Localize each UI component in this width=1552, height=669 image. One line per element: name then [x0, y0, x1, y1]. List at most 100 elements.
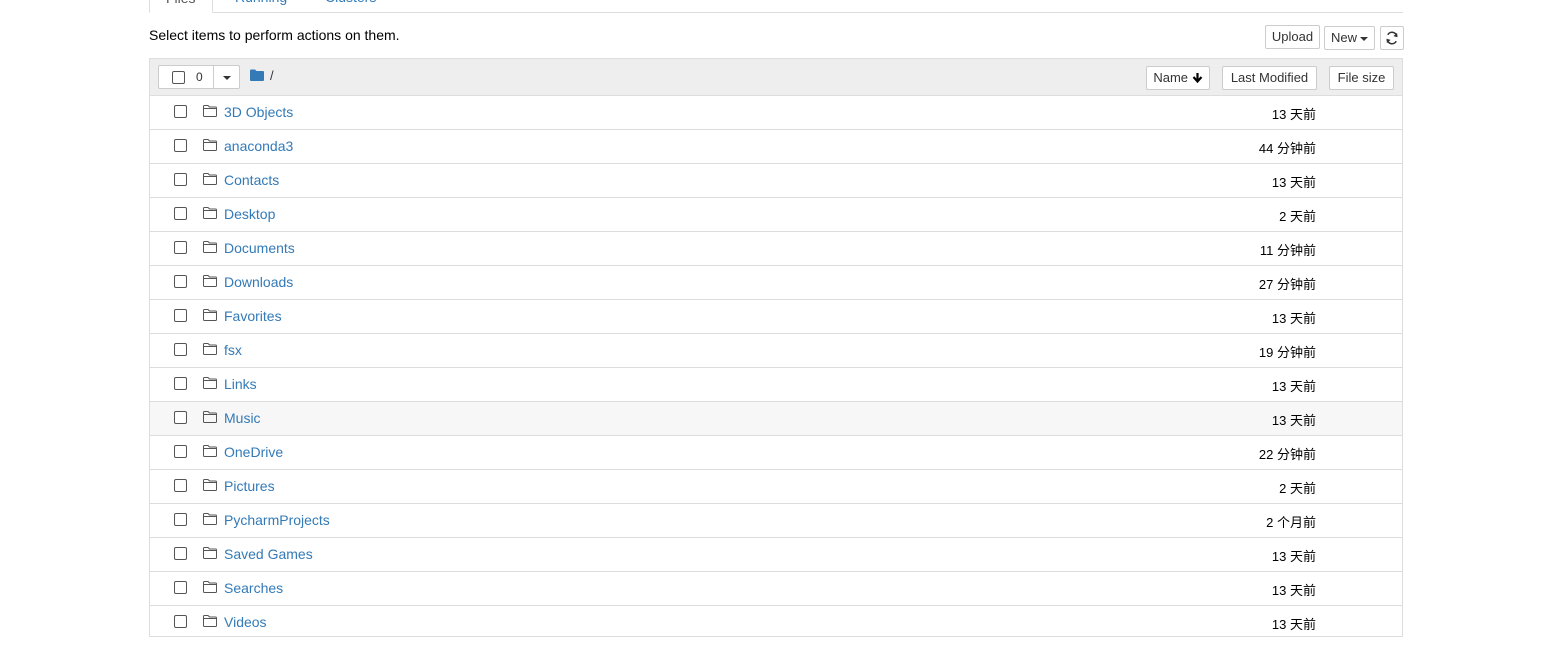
- item-name-link[interactable]: Links: [224, 376, 257, 392]
- item-checkbox[interactable]: [174, 275, 187, 288]
- item-last-modified: 11 分钟前: [1259, 243, 1316, 258]
- caret-down-icon: [222, 76, 231, 81]
- list-item[interactable]: Saved Games 13 天前: [150, 538, 1402, 572]
- item-name-link[interactable]: Desktop: [224, 206, 275, 222]
- list-item[interactable]: Desktop 2 天前: [150, 198, 1402, 232]
- item-name-link[interactable]: Downloads: [224, 274, 293, 290]
- item-checkbox[interactable]: [174, 411, 187, 424]
- file-list: 0 / Name Last Modified File size 3D Obje…: [149, 58, 1403, 637]
- item-checkbox[interactable]: [174, 615, 187, 628]
- folder-icon: [203, 207, 217, 219]
- item-name-link[interactable]: Favorites: [224, 308, 282, 324]
- item-name-link[interactable]: Saved Games: [224, 546, 313, 562]
- item-checkbox[interactable]: [174, 581, 187, 594]
- item-checkbox[interactable]: [174, 445, 187, 458]
- item-last-modified: 2 天前: [1279, 209, 1316, 224]
- selected-count: 0: [196, 70, 203, 84]
- new-button[interactable]: New: [1324, 26, 1375, 50]
- list-item[interactable]: anaconda3 44 分钟前: [150, 130, 1402, 164]
- item-last-modified: 22 分钟前: [1258, 447, 1316, 462]
- item-last-modified: 44 分钟前: [1258, 141, 1316, 156]
- upload-button[interactable]: Upload: [1265, 25, 1320, 49]
- item-last-modified: 2 个月前: [1266, 515, 1316, 530]
- item-name-link[interactable]: fsx: [224, 342, 242, 358]
- arrow-down-icon: [1192, 73, 1202, 84]
- new-button-label: New: [1330, 30, 1357, 45]
- item-name-link[interactable]: Searches: [224, 580, 283, 596]
- list-item[interactable]: Contacts 13 天前: [150, 164, 1402, 198]
- item-last-modified: 13 天前: [1271, 107, 1316, 122]
- folder-icon: [203, 479, 217, 491]
- refresh-button[interactable]: [1380, 26, 1404, 50]
- select-all-checkbox[interactable]: [172, 71, 185, 84]
- tab-bar: Files Running Clusters: [149, 0, 1403, 13]
- sort-by-size-button[interactable]: File size: [1329, 66, 1394, 90]
- item-name-link[interactable]: 3D Objects: [224, 104, 293, 120]
- item-name-link[interactable]: Contacts: [224, 172, 279, 188]
- item-name-link[interactable]: Documents: [224, 240, 295, 256]
- list-item[interactable]: Links 13 天前: [150, 368, 1402, 402]
- item-last-modified: 13 天前: [1271, 379, 1316, 394]
- tab-running[interactable]: Running: [219, 0, 303, 12]
- item-last-modified: 13 天前: [1271, 175, 1316, 190]
- item-checkbox[interactable]: [174, 547, 187, 560]
- folder-icon: [203, 343, 217, 355]
- list-item[interactable]: Videos 13 天前: [150, 606, 1402, 640]
- tab-files[interactable]: Files: [149, 0, 213, 13]
- item-last-modified: 27 分钟前: [1258, 277, 1316, 292]
- item-checkbox[interactable]: [174, 241, 187, 254]
- select-dropdown-button[interactable]: [213, 65, 240, 89]
- select-all-group: 0: [158, 65, 240, 89]
- select-all-button[interactable]: 0: [158, 65, 214, 89]
- list-item[interactable]: Searches 13 天前: [150, 572, 1402, 606]
- item-name-link[interactable]: OneDrive: [224, 444, 283, 460]
- sort-by-name-button[interactable]: Name: [1146, 66, 1210, 90]
- list-item[interactable]: Music 13 天前: [150, 402, 1402, 436]
- folder-icon: [203, 581, 217, 593]
- folder-icon: [203, 615, 217, 627]
- item-name-link[interactable]: Pictures: [224, 478, 275, 494]
- folder-icon: [203, 513, 217, 525]
- instructions-text: Select items to perform actions on them.: [149, 27, 400, 43]
- folder-icon: [203, 241, 217, 253]
- item-checkbox[interactable]: [174, 479, 187, 492]
- item-checkbox[interactable]: [174, 309, 187, 322]
- refresh-icon: [1386, 31, 1398, 45]
- folder-icon: [203, 173, 217, 185]
- list-item[interactable]: Pictures 2 天前: [150, 470, 1402, 504]
- breadcrumb-path[interactable]: /: [270, 68, 274, 83]
- item-last-modified: 2 天前: [1279, 481, 1316, 496]
- item-checkbox[interactable]: [174, 377, 187, 390]
- item-checkbox[interactable]: [174, 139, 187, 152]
- item-checkbox[interactable]: [174, 207, 187, 220]
- list-header: 0 / Name Last Modified File size: [150, 59, 1402, 96]
- item-last-modified: 13 天前: [1271, 617, 1316, 632]
- item-last-modified: 13 天前: [1271, 413, 1316, 428]
- item-name-link[interactable]: anaconda3: [224, 138, 293, 154]
- sort-name-label: Name: [1153, 70, 1189, 85]
- list-item[interactable]: OneDrive 22 分钟前: [150, 436, 1402, 470]
- item-name-link[interactable]: Videos: [224, 614, 267, 630]
- sort-by-modified-button[interactable]: Last Modified: [1222, 66, 1317, 90]
- list-item[interactable]: PycharmProjects 2 个月前: [150, 504, 1402, 538]
- item-checkbox[interactable]: [174, 105, 187, 118]
- list-item[interactable]: Favorites 13 天前: [150, 300, 1402, 334]
- list-item[interactable]: Documents 11 分钟前: [150, 232, 1402, 266]
- item-name-link[interactable]: Music: [224, 410, 261, 426]
- folder-icon: [203, 309, 217, 321]
- tab-clusters[interactable]: Clusters: [309, 0, 392, 12]
- list-item[interactable]: 3D Objects 13 天前: [150, 96, 1402, 130]
- list-item[interactable]: Downloads 27 分钟前: [150, 266, 1402, 300]
- folder-icon[interactable]: [250, 69, 264, 81]
- folder-icon: [203, 547, 217, 559]
- list-item[interactable]: fsx 19 分钟前: [150, 334, 1402, 368]
- item-last-modified: 13 天前: [1271, 583, 1316, 598]
- item-checkbox[interactable]: [174, 343, 187, 356]
- file-browser: Files Running Clusters Select items to p…: [0, 0, 1552, 669]
- folder-icon: [203, 105, 217, 117]
- item-name-link[interactable]: PycharmProjects: [224, 512, 330, 528]
- item-last-modified: 13 天前: [1271, 311, 1316, 326]
- caret-down-icon: [1360, 36, 1368, 41]
- item-checkbox[interactable]: [174, 173, 187, 186]
- item-checkbox[interactable]: [174, 513, 187, 526]
